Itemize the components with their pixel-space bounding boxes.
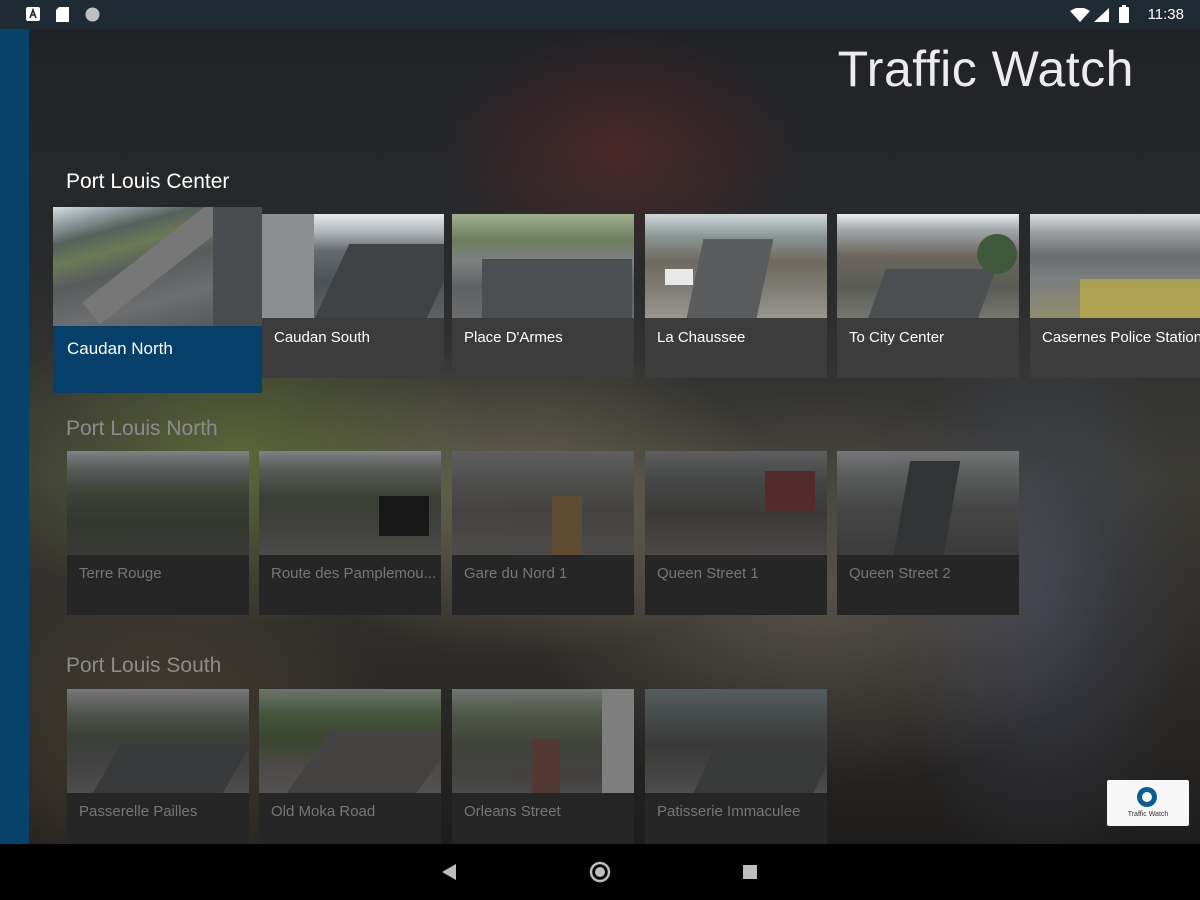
camera-name: Queen Street 2 [849, 565, 951, 582]
camera-name: Gare du Nord 1 [464, 565, 568, 582]
camera-tile-route-des-pamplemousses[interactable]: Route des Pamplemou... [259, 451, 441, 615]
clock: 11:38 [1147, 6, 1184, 23]
section-title-north: Port Louis North [66, 417, 218, 440]
ad-banner[interactable]: Traffic Watch [1107, 780, 1189, 826]
battery-icon [1119, 5, 1129, 23]
camera-tile-to-city-center[interactable]: To City Center [837, 214, 1019, 378]
camera-tile-queen-street-1[interactable]: Queen Street 1 [645, 451, 827, 615]
camera-thumbnail [645, 214, 827, 318]
camera-tile-passerelle-pailles[interactable]: Passerelle Pailles [67, 689, 249, 844]
camera-thumbnail [452, 689, 634, 793]
camera-name: Terre Rouge [79, 565, 162, 582]
camera-thumbnail [1030, 214, 1200, 318]
side-accent-bar [0, 29, 29, 844]
circle-icon [85, 7, 100, 22]
navigation-bar [0, 844, 1200, 900]
camera-name: Casernes Police Station [1042, 329, 1200, 346]
camera-thumbnail [645, 689, 827, 793]
a-box-icon [26, 7, 40, 21]
camera-name: Orleans Street [464, 803, 561, 820]
camera-name: Queen Street 1 [657, 565, 759, 582]
camera-name: Patisserie Immaculee [657, 803, 801, 820]
camera-tile-caudan-north[interactable]: Caudan North [53, 207, 262, 393]
ad-label: Traffic Watch [1127, 811, 1169, 818]
sd-card-icon [56, 7, 69, 22]
camera-name: Route des Pamplemou... [271, 565, 437, 582]
camera-thumbnail [259, 451, 441, 555]
camera-tile-caudan-south[interactable]: Caudan South [262, 214, 444, 378]
app-title: Traffic Watch [837, 41, 1134, 97]
camera-tile-patisserie-immaculee[interactable]: Patisserie Immaculee [645, 689, 827, 844]
camera-thumbnail [837, 451, 1019, 555]
section-title-south: Port Louis South [66, 654, 222, 677]
camera-name: La Chaussee [657, 329, 746, 346]
camera-name: To City Center [849, 329, 945, 346]
traffic-watch-logo-icon [1137, 787, 1157, 807]
wifi-icon [1070, 8, 1090, 22]
camera-thumbnail [262, 214, 444, 318]
camera-thumbnail [452, 214, 634, 318]
status-bar: 11:38 [0, 0, 1200, 29]
camera-name: Passerelle Pailles [79, 803, 198, 820]
camera-name: Place D'Armes [464, 329, 563, 346]
camera-thumbnail [645, 451, 827, 555]
back-icon[interactable] [441, 863, 457, 881]
camera-name: Caudan South [274, 329, 370, 346]
camera-tile-queen-street-2[interactable]: Queen Street 2 [837, 451, 1019, 615]
camera-thumbnail [67, 451, 249, 555]
camera-tile-terre-rouge[interactable]: Terre Rouge [67, 451, 249, 615]
camera-thumbnail [837, 214, 1019, 318]
section-title-center: Port Louis Center [66, 170, 230, 193]
camera-name: Old Moka Road [271, 803, 376, 820]
camera-tile-la-chaussee[interactable]: La Chaussee [645, 214, 827, 378]
camera-thumbnail [259, 689, 441, 793]
camera-thumbnail [452, 451, 634, 555]
camera-tile-gare-du-nord-1[interactable]: Gare du Nord 1 [452, 451, 634, 615]
camera-tile-place-darmes[interactable]: Place D'Armes [452, 214, 634, 378]
recents-icon[interactable] [743, 865, 757, 879]
camera-name: Caudan North [67, 339, 173, 358]
camera-thumbnail [53, 207, 262, 326]
camera-tile-old-moka-road[interactable]: Old Moka Road [259, 689, 441, 844]
home-icon[interactable] [589, 861, 611, 883]
camera-tile-casernes-police-station[interactable]: Casernes Police Station [1030, 214, 1200, 378]
signal-icon [1094, 8, 1109, 22]
camera-thumbnail [67, 689, 249, 793]
camera-tile-orleans-street[interactable]: Orleans Street [452, 689, 634, 844]
